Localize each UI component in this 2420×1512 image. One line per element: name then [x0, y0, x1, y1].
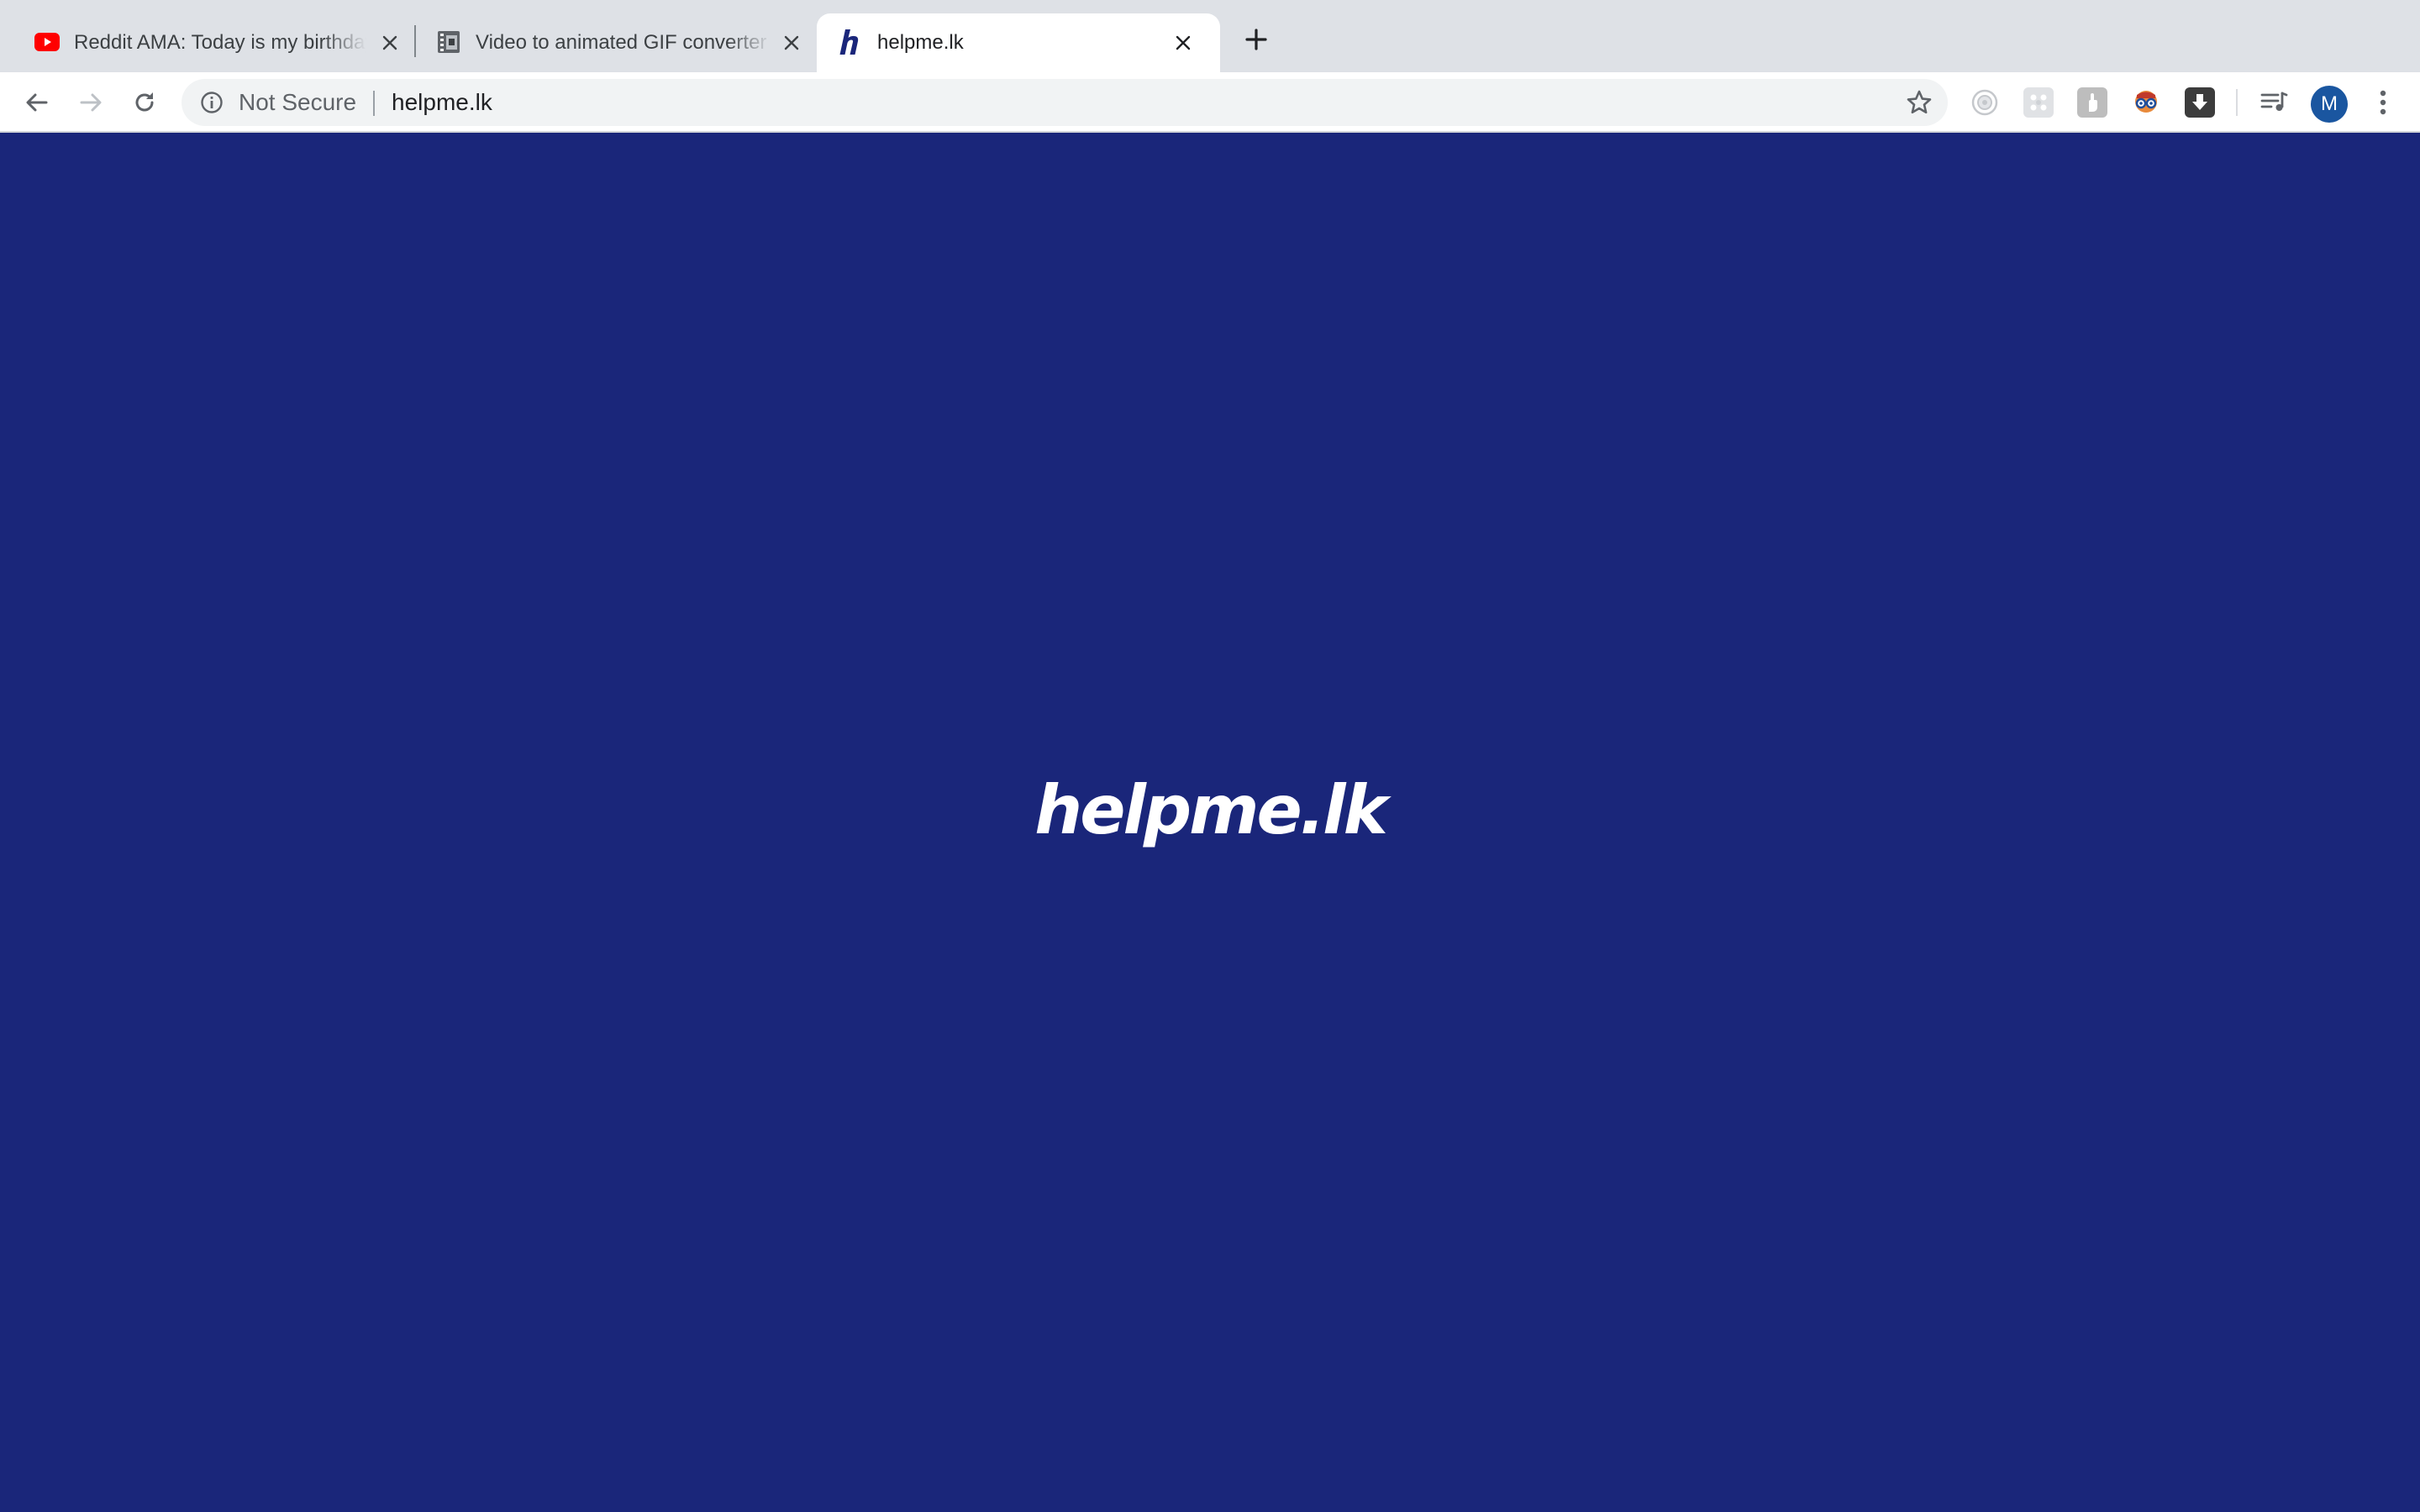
download-extension-icon[interactable]	[2185, 87, 2215, 118]
info-icon[interactable]	[198, 89, 225, 116]
tab-reddit-ama[interactable]: Reddit AMA: Today is my birthday	[0, 13, 412, 72]
forward-button[interactable]	[74, 86, 108, 119]
tab-title: helpme.lk	[877, 31, 964, 54]
film-icon	[435, 29, 462, 55]
address-bar[interactable]: Not Secure helpme.lk	[182, 79, 1948, 126]
profile-initial: M	[2321, 92, 2338, 115]
url-text[interactable]: helpme.lk	[392, 87, 492, 118]
browser-toolbar: Not Secure helpme.lk M	[0, 72, 2420, 133]
close-tab-icon[interactable]	[1170, 29, 1197, 56]
glasses-extension-icon[interactable]	[2131, 87, 2161, 118]
tab-strip: Reddit AMA: Today is my birthday Video t	[0, 0, 2420, 72]
grid-extension-icon[interactable]	[2023, 87, 2054, 118]
back-button[interactable]	[20, 86, 54, 119]
tab-video-to-gif[interactable]: Video to animated GIF converter	[402, 13, 815, 72]
reload-icon	[135, 92, 154, 112]
helpme-logo: helpme.lk	[1034, 771, 1388, 849]
toolbar-separator	[2236, 89, 2238, 116]
browser-window: Reddit AMA: Today is my birthday Video t	[0, 0, 2420, 1512]
forward-arrow-icon	[80, 93, 102, 112]
tab-title: Reddit AMA: Today is my birthday	[74, 31, 366, 54]
close-tab-icon[interactable]	[778, 29, 805, 56]
youtube-icon	[34, 29, 60, 55]
bookmark-star-icon[interactable]	[1904, 87, 1934, 118]
reload-button[interactable]	[128, 86, 161, 119]
helpme-h-icon	[837, 29, 864, 55]
tab-helpme-lk[interactable]: helpme.lk	[817, 13, 1220, 72]
media-queue-icon[interactable]	[2259, 87, 2289, 118]
address-divider	[373, 91, 375, 116]
screen-recorder-icon[interactable]	[1970, 87, 2000, 118]
hand-extension-icon[interactable]	[2077, 87, 2107, 118]
close-tab-icon[interactable]	[376, 29, 403, 56]
kebab-menu-icon	[2380, 90, 2386, 115]
plus-icon	[1245, 29, 1267, 50]
security-status-label[interactable]: Not Secure	[239, 87, 356, 118]
tab-title: Video to animated GIF converter	[476, 31, 767, 54]
profile-avatar[interactable]: M	[2311, 86, 2348, 123]
back-arrow-icon	[26, 93, 48, 112]
browser-menu-button[interactable]	[2366, 86, 2400, 119]
new-tab-button[interactable]	[1242, 25, 1270, 54]
page-content: helpme.lk	[0, 133, 2420, 1512]
